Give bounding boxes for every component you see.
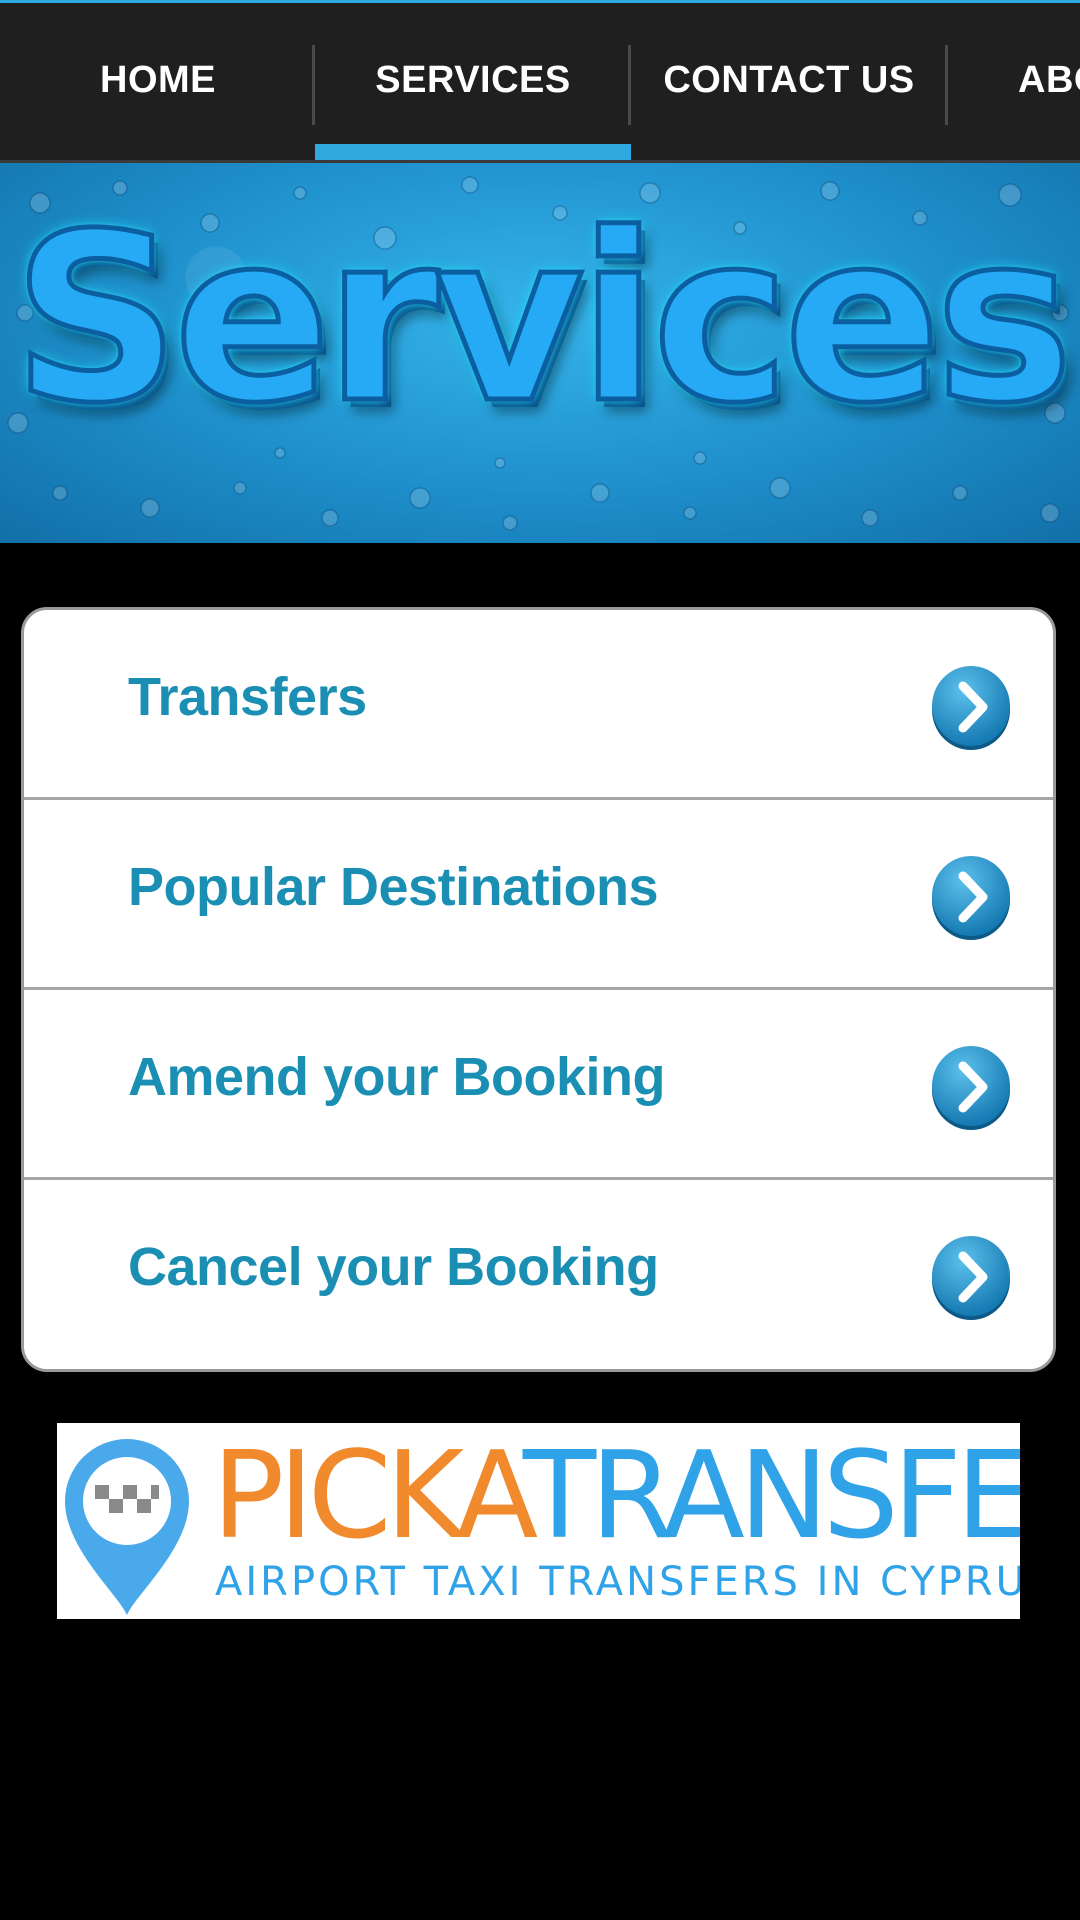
nav-tab-services[interactable]: SERVICES	[315, 3, 631, 160]
chevron-right-icon[interactable]	[931, 1233, 1011, 1323]
services-menu: Transfers Popular Destinations Amend you…	[21, 607, 1056, 1372]
top-nav: HOME SERVICES CONTACT US ABO	[0, 0, 1080, 163]
nav-tab-label: CONTACT US	[663, 58, 915, 101]
banner-title: Services	[10, 184, 1076, 454]
map-pin-taxi-icon	[65, 1439, 189, 1615]
menu-item-cancel-booking[interactable]: Cancel your Booking	[24, 1180, 1053, 1369]
menu-item-label: Popular Destinations	[128, 857, 659, 917]
menu-item-label: Transfers	[128, 667, 367, 727]
logo-wordmark-blue: TRANSFER	[522, 1427, 1020, 1566]
chevron-right-icon[interactable]	[931, 663, 1011, 753]
nav-tab-label: HOME	[100, 58, 216, 101]
chevron-right-icon[interactable]	[931, 1043, 1011, 1133]
nav-tab-home[interactable]: HOME	[0, 3, 316, 160]
logo-wordmark-orange: PICKA	[212, 1427, 529, 1566]
nav-tab-label: ABO	[1018, 58, 1080, 101]
menu-item-label: Cancel your Booking	[128, 1237, 659, 1297]
chevron-right-icon[interactable]	[931, 853, 1011, 943]
menu-item-popular-destinations[interactable]: Popular Destinations	[24, 800, 1053, 990]
logo-tagline: AIRPORT TAXI TRANSFERS IN CYPRUS	[215, 1559, 1020, 1605]
logo-wordmark: PICKATRANSFER	[212, 1437, 1020, 1557]
nav-tab-contact-us[interactable]: CONTACT US	[631, 3, 947, 160]
pickatransfer-logo[interactable]: PICKATRANSFER AIRPORT TAXI TRANSFERS IN …	[57, 1423, 1020, 1619]
nav-divider	[945, 45, 948, 125]
nav-tab-about[interactable]: ABO	[968, 3, 1080, 160]
menu-item-amend-booking[interactable]: Amend your Booking	[24, 990, 1053, 1180]
nav-tab-label: SERVICES	[375, 58, 571, 101]
menu-item-label: Amend your Booking	[128, 1047, 666, 1107]
menu-item-transfers[interactable]: Transfers	[24, 610, 1053, 800]
services-banner: Services	[0, 163, 1080, 543]
